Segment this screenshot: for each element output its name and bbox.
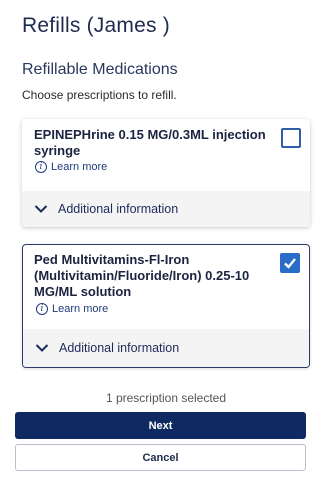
additional-information-label: Additional information bbox=[58, 202, 179, 216]
additional-information-toggle[interactable]: Additional information bbox=[22, 191, 310, 227]
checkmark-icon bbox=[284, 258, 296, 269]
additional-information-toggle[interactable]: Additional information bbox=[23, 329, 309, 367]
page-title: Refills (James ) bbox=[22, 14, 170, 37]
learn-more-label: Learn more bbox=[52, 303, 109, 315]
medication-name: Ped Multivitamins-Fl-Iron (Multivitamin/… bbox=[34, 252, 250, 299]
learn-more-link[interactable]: i Learn more bbox=[35, 161, 107, 173]
medication-checkbox[interactable] bbox=[281, 128, 301, 148]
cancel-button[interactable]: Cancel bbox=[15, 444, 306, 471]
medication-name: EPINEPHrine 0.15 MG/0.3ML injection syri… bbox=[34, 127, 266, 158]
learn-more-label: Learn more bbox=[51, 161, 108, 173]
medication-card-epinephrine[interactable]: EPINEPHrine 0.15 MG/0.3ML injection syri… bbox=[22, 119, 310, 227]
chevron-down-icon bbox=[35, 344, 49, 352]
section-heading: Refillable Medications bbox=[22, 61, 178, 78]
learn-more-link[interactable]: i Learn more bbox=[36, 303, 108, 315]
selection-count: 1 prescription selected bbox=[105, 391, 227, 405]
medication-checkbox-checked[interactable] bbox=[280, 253, 300, 273]
instructions-text: Choose prescriptions to refill. bbox=[22, 88, 177, 102]
additional-information-label: Additional information bbox=[59, 341, 180, 355]
medication-card-ped-multivitamins[interactable]: Ped Multivitamins-Fl-Iron (Multivitamin/… bbox=[22, 244, 310, 368]
next-button[interactable]: Next bbox=[15, 412, 306, 439]
info-icon: i bbox=[36, 303, 48, 315]
chevron-down-icon bbox=[34, 205, 48, 213]
info-icon: i bbox=[35, 161, 47, 173]
